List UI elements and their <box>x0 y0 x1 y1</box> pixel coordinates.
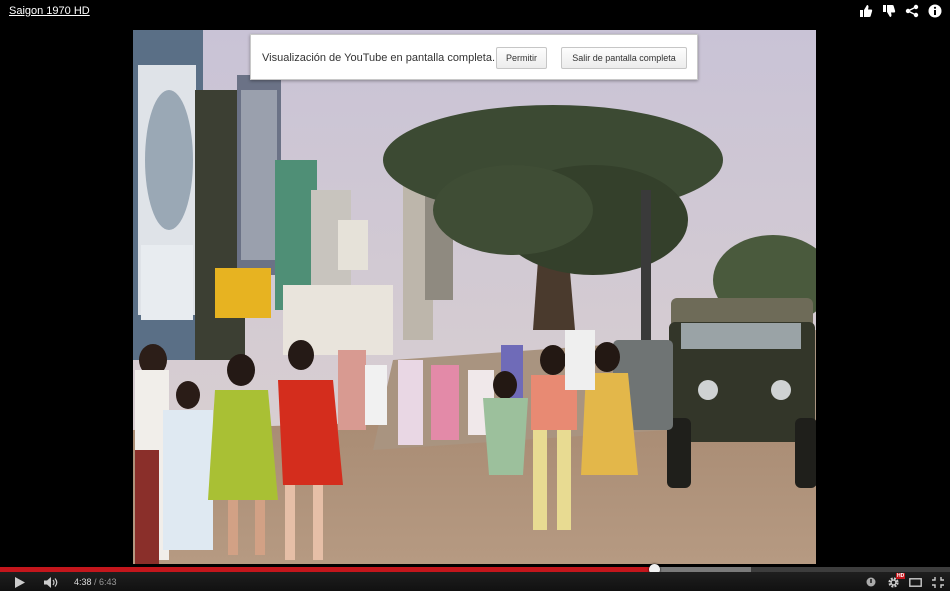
hd-badge: HD <box>896 573 906 579</box>
fullscreen-notice-message: Visualización de YouTube en pantalla com… <box>262 52 496 64</box>
thumbs-up-icon[interactable] <box>859 4 873 18</box>
annotations-icon[interactable] <box>866 577 876 587</box>
top-action-icons <box>859 4 942 18</box>
current-time: 4:38 <box>74 577 92 587</box>
theater-mode-icon[interactable] <box>909 578 922 587</box>
street-scene-image <box>133 30 816 564</box>
exit-fullscreen-button[interactable]: Salir de pantalla completa <box>561 47 687 69</box>
thumbs-down-icon[interactable] <box>882 4 896 18</box>
exit-fullscreen-icon[interactable] <box>932 577 944 588</box>
play-icon[interactable] <box>14 577 26 588</box>
time-display: 4:38 / 6:43 <box>74 577 117 587</box>
player-controls: 4:38 / 6:43 HD <box>0 572 950 591</box>
allow-button[interactable]: Permitir <box>496 47 547 69</box>
info-icon[interactable] <box>928 4 942 18</box>
top-bar: Saigon 1970 HD <box>0 0 950 28</box>
video-frame[interactable] <box>133 30 816 564</box>
fullscreen-notice: Visualización de YouTube en pantalla com… <box>250 34 698 80</box>
volume-icon[interactable] <box>44 577 61 588</box>
share-icon[interactable] <box>905 4 919 18</box>
video-title-link[interactable]: Saigon 1970 HD <box>9 5 90 17</box>
time-separator: / <box>91 577 100 587</box>
duration: 6:43 <box>99 577 117 587</box>
